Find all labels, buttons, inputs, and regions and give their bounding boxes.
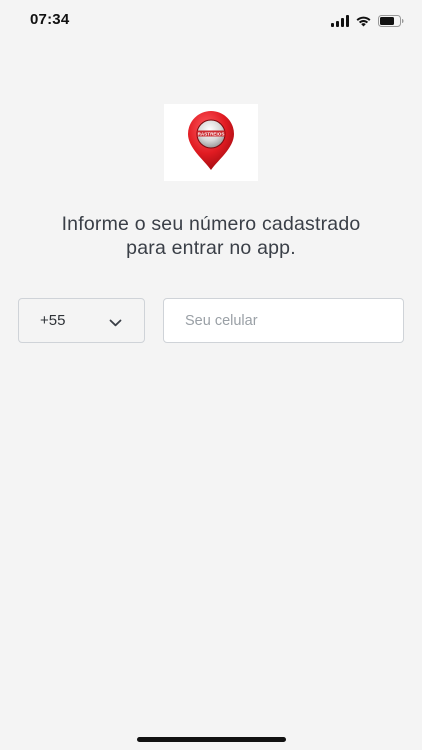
instruction-text: Informe o seu número cadastrado para ent… <box>0 212 422 260</box>
country-code-select[interactable]: +55 <box>18 298 145 343</box>
signal-icon <box>331 15 349 27</box>
phone-input[interactable] <box>163 298 404 343</box>
status-bar: 07:34 <box>0 0 422 44</box>
login-screen: 07:34 RASTREIOS Informe o seu número cad… <box>0 0 422 750</box>
status-icons <box>331 14 404 28</box>
instruction-line-2: para entrar no app. <box>126 237 296 259</box>
country-code-value: +55 <box>40 312 66 329</box>
app-logo: RASTREIOS <box>164 104 258 181</box>
battery-icon <box>378 15 404 27</box>
logo-text: RASTREIOS <box>198 131 225 136</box>
chevron-down-icon <box>109 314 122 332</box>
wifi-icon <box>355 15 372 27</box>
status-time: 07:34 <box>30 11 70 28</box>
map-pin-icon: RASTREIOS <box>188 111 234 170</box>
instruction-line-1: Informe o seu número cadastrado <box>61 213 361 235</box>
home-indicator[interactable] <box>137 737 286 742</box>
